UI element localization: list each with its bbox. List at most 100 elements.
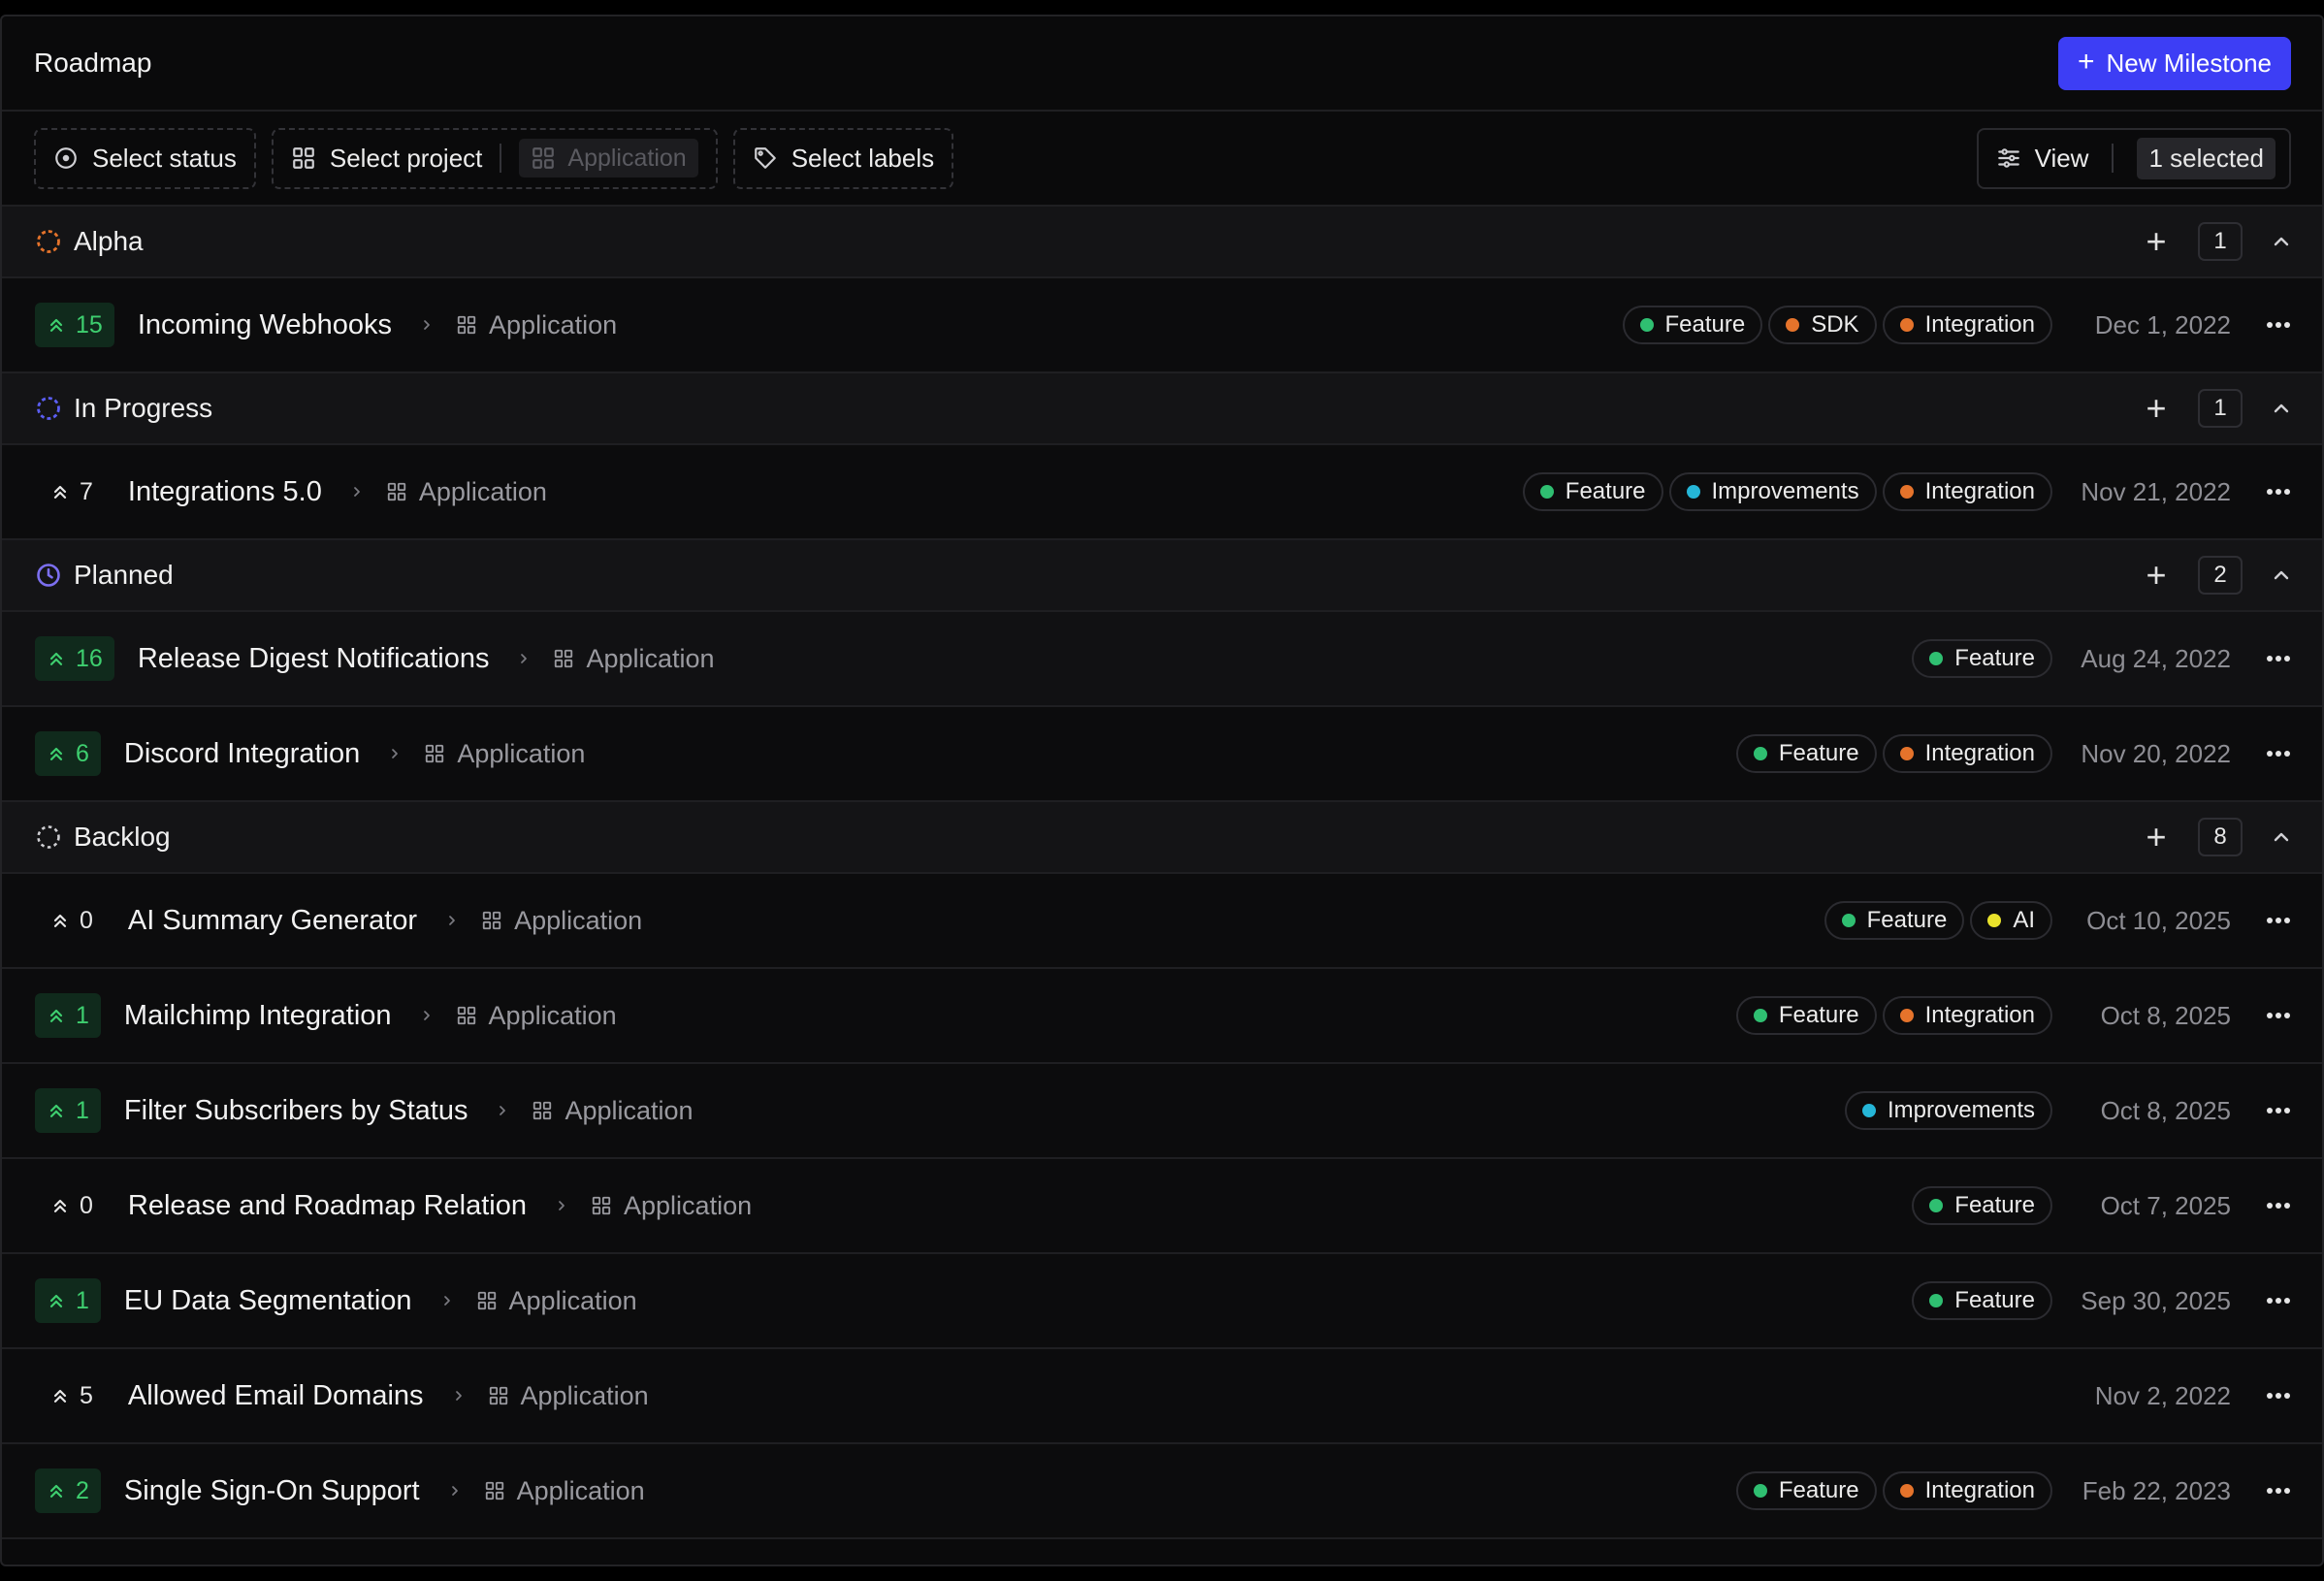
label-badge[interactable]: Improvements <box>1844 1091 2052 1130</box>
project-link[interactable]: Application <box>424 739 585 769</box>
milestone-row[interactable]: 1 Filter Subscribers by Status Application… <box>2 1064 2322 1159</box>
label-badge[interactable]: Feature <box>1912 639 2052 678</box>
milestone-title[interactable]: Release Digest Notifications <box>138 643 490 675</box>
label-badge[interactable]: Integration <box>1882 1471 2052 1510</box>
more-options-icon[interactable] <box>2264 1487 2293 1495</box>
label-badge[interactable]: Feature <box>1735 1471 1877 1510</box>
project-link[interactable]: Application <box>456 1001 617 1031</box>
label-badge[interactable]: Integration <box>1882 306 2052 344</box>
more-options-icon[interactable] <box>2264 1012 2293 1019</box>
project-link[interactable]: Application <box>484 1476 645 1506</box>
label-text: Improvements <box>1711 478 1859 504</box>
milestone-title[interactable]: Release and Roadmap Relation <box>128 1190 527 1222</box>
milestone-title[interactable]: Allowed Email Domains <box>128 1380 424 1412</box>
milestone-title[interactable]: Mailchimp Integration <box>124 1000 392 1032</box>
milestone-title[interactable]: EU Data Segmentation <box>124 1285 412 1317</box>
project-link[interactable]: Application <box>553 644 715 674</box>
milestone-title[interactable]: AI Summary Generator <box>128 905 417 937</box>
add-milestone-button[interactable]: + <box>2142 224 2171 259</box>
label-badge[interactable]: Feature <box>1622 306 1763 344</box>
project-filter[interactable]: Select project Application <box>271 127 718 189</box>
more-options-icon[interactable] <box>2264 488 2293 496</box>
milestone-date: Nov 20, 2022 <box>2081 738 2231 768</box>
more-options-icon[interactable] <box>2264 655 2293 662</box>
label-badge[interactable]: AI <box>1970 901 2052 940</box>
milestone-title[interactable]: Integrations 5.0 <box>128 476 322 508</box>
group-count: 8 <box>2198 818 2243 856</box>
milestone-row[interactable]: 2 Single Sign-On Support Application Featur… <box>2 1444 2322 1539</box>
milestone-meta: Feature Improvements Integration Nov 21, 20… <box>1522 472 2293 511</box>
label-badge[interactable]: Integration <box>1882 734 2052 773</box>
more-options-icon[interactable] <box>2264 1107 2293 1114</box>
status-circle-icon <box>55 147 77 169</box>
selected-project-pill[interactable]: Application <box>519 139 698 177</box>
milestone-title[interactable]: Incoming Webhooks <box>138 309 392 341</box>
upvote-button[interactable]: 6 <box>35 731 101 776</box>
more-options-icon[interactable] <box>2264 321 2293 329</box>
project-name: Application <box>489 309 618 339</box>
upvote-button[interactable]: 2 <box>35 1468 101 1513</box>
group-name: Alpha <box>74 226 144 256</box>
project-link[interactable]: Application <box>386 477 547 507</box>
add-milestone-button[interactable]: + <box>2142 558 2171 593</box>
more-options-icon[interactable] <box>2264 1297 2293 1305</box>
milestone-row[interactable]: 1 EU Data Segmentation Application Feature S… <box>2 1254 2322 1349</box>
label-badge[interactable]: SDK <box>1768 306 1877 344</box>
upvote-button[interactable]: 16 <box>35 636 114 681</box>
collapse-chevron-icon[interactable] <box>2270 230 2293 253</box>
more-options-icon[interactable] <box>2264 750 2293 758</box>
upvote-button[interactable]: 0 <box>35 1183 105 1228</box>
status-filter[interactable]: Select status <box>34 127 256 189</box>
label-text: Feature <box>1954 1287 2035 1313</box>
milestone-title[interactable]: Discord Integration <box>124 738 360 770</box>
label-badge[interactable]: Integration <box>1882 472 2052 511</box>
selection-count[interactable]: 1 selected <box>2137 137 2276 179</box>
milestone-row[interactable]: 15 Incoming Webhooks Application Feature SDK… <box>2 278 2322 373</box>
label-badge[interactable]: Feature <box>1522 472 1663 511</box>
labels-filter[interactable]: Select labels <box>732 127 954 189</box>
upvote-button[interactable]: 5 <box>35 1373 105 1418</box>
label-badge[interactable]: Feature <box>1735 734 1877 773</box>
label-text: Integration <box>1924 1002 2035 1028</box>
label-badge[interactable]: Feature <box>1912 1281 2052 1320</box>
milestone-title[interactable]: Single Sign-On Support <box>124 1475 420 1507</box>
add-milestone-button[interactable]: + <box>2142 391 2171 426</box>
project-link[interactable]: Application <box>476 1286 637 1316</box>
milestone-row[interactable]: 0 AI Summary Generator Application Feature A… <box>2 874 2322 969</box>
more-options-icon[interactable] <box>2264 917 2293 924</box>
label-badge[interactable]: Feature <box>1824 901 1965 940</box>
label-badge[interactable]: Feature <box>1735 996 1877 1035</box>
milestone-row[interactable]: 5 Allowed Email Domains Application Nov 2, … <box>2 1349 2322 1444</box>
upvote-button[interactable]: 15 <box>35 303 114 347</box>
project-link[interactable]: Application <box>488 1381 649 1411</box>
group-title: In Progress <box>35 393 212 424</box>
label-badge[interactable]: Improvements <box>1668 472 1877 511</box>
upvote-button[interactable]: 1 <box>35 1088 101 1133</box>
project-link[interactable]: Application <box>532 1096 694 1126</box>
collapse-chevron-icon[interactable] <box>2270 564 2293 587</box>
milestone-row[interactable]: 6 Discord Integration Application Feature In… <box>2 707 2322 802</box>
milestone-row[interactable]: 7 Integrations 5.0 Application Feature Impro… <box>2 445 2322 540</box>
project-link[interactable]: Application <box>591 1191 752 1221</box>
more-options-icon[interactable] <box>2264 1202 2293 1210</box>
new-milestone-button[interactable]: + New Milestone <box>2057 36 2291 90</box>
upvote-icon <box>47 1291 66 1310</box>
upvote-button[interactable]: 7 <box>35 469 105 514</box>
collapse-chevron-icon[interactable] <box>2270 397 2293 420</box>
project-link[interactable]: Application <box>481 906 642 936</box>
label-badge[interactable]: Feature <box>1912 1186 2052 1225</box>
project-link[interactable]: Application <box>456 310 617 340</box>
add-milestone-button[interactable]: + <box>2142 820 2171 855</box>
label-dot <box>1753 1009 1767 1022</box>
milestone-row[interactable]: 1 Mailchimp Integration Application Feature… <box>2 969 2322 1064</box>
view-button[interactable]: View <box>2035 144 2089 174</box>
upvote-button[interactable]: 1 <box>35 1278 101 1323</box>
upvote-button[interactable]: 1 <box>35 993 101 1038</box>
more-options-icon[interactable] <box>2264 1392 2293 1400</box>
collapse-chevron-icon[interactable] <box>2270 825 2293 849</box>
milestone-row[interactable]: 16 Release Digest Notifications Applicatio… <box>2 612 2322 707</box>
label-badge[interactable]: Integration <box>1882 996 2052 1035</box>
milestone-row[interactable]: 0 Release and Roadmap Relation Application… <box>2 1159 2322 1254</box>
upvote-button[interactable]: 0 <box>35 898 105 943</box>
milestone-title[interactable]: Filter Subscribers by Status <box>124 1095 468 1127</box>
